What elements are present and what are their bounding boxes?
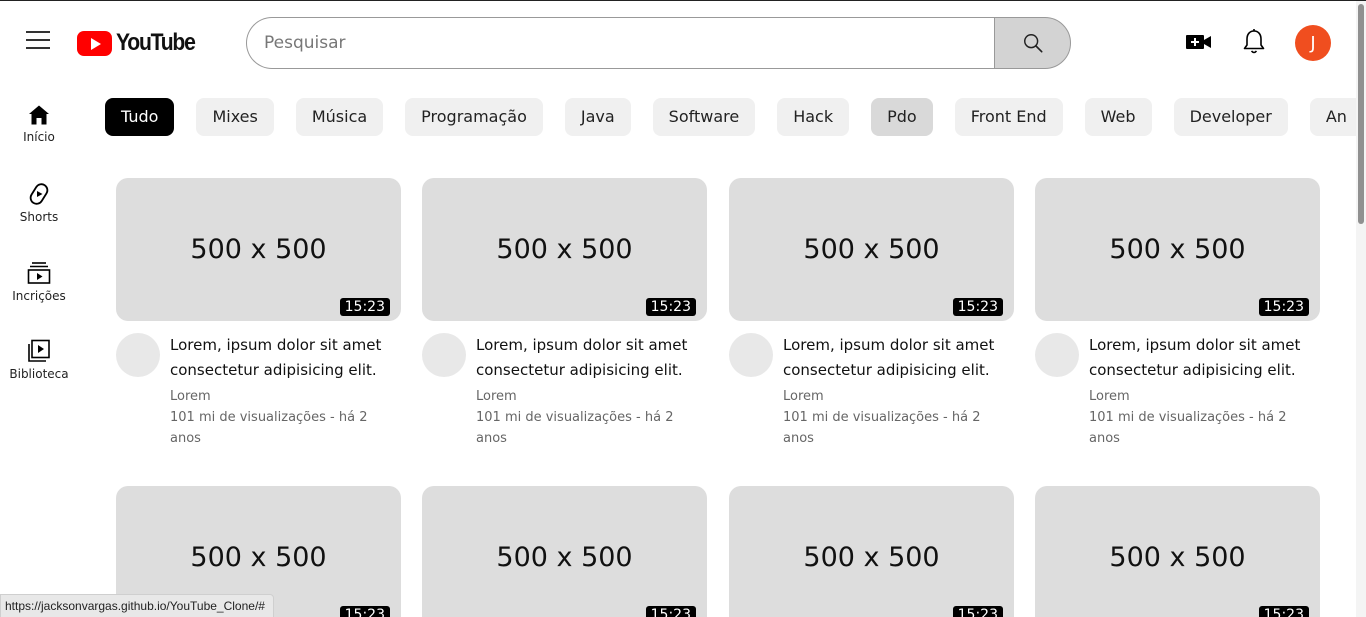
- search-input[interactable]: [246, 17, 994, 69]
- sidebar-item-label: Shorts: [19, 210, 59, 224]
- category-chips-bar: Tudo Mixes Música Programação Java Software Ha…: [105, 98, 1356, 136]
- channel-name[interactable]: Lorem: [476, 386, 701, 407]
- video-card[interactable]: 500 x 500 15:23 Lorem, ipsum dolor sit a…: [1035, 178, 1320, 453]
- sidebar-item-label: Biblioteca: [9, 367, 69, 381]
- home-icon: [29, 105, 49, 125]
- chip-developer[interactable]: Developer: [1173, 98, 1288, 136]
- sidebar-item-label: Início: [23, 130, 55, 144]
- chip-web[interactable]: Web: [1084, 98, 1152, 136]
- thumbnail-placeholder-text: 500 x 500: [496, 542, 633, 573]
- thumbnail-placeholder-text: 500 x 500: [190, 234, 327, 265]
- status-bar-url: https://jacksonvargas.github.io/YouTube_…: [0, 594, 274, 617]
- duration-badge: 15:23: [952, 606, 1003, 617]
- logo-text: YouTube: [116, 29, 196, 56]
- video-thumbnail[interactable]: 500 x 500 15:23: [729, 178, 1014, 321]
- video-meta: Lorem, ipsum dolor sit amet consectetur …: [422, 333, 707, 453]
- thumbnail-placeholder-text: 500 x 500: [1109, 234, 1246, 265]
- shorts-icon: [29, 183, 49, 205]
- channel-name[interactable]: Lorem: [1089, 386, 1314, 407]
- video-thumbnail[interactable]: 500 x 500 15:23: [422, 178, 707, 321]
- create-video-button[interactable]: [1186, 30, 1212, 54]
- scrollbar-thumb[interactable]: [1358, 4, 1364, 224]
- search-icon: [1023, 34, 1043, 53]
- video-stats: 101 mi de visualizações - há 2 anos: [1089, 410, 1287, 446]
- channel-avatar[interactable]: [1035, 333, 1079, 377]
- library-icon: [28, 339, 50, 362]
- bell-icon: [1243, 29, 1265, 54]
- video-meta: Lorem, ipsum dolor sit amet consectetur …: [116, 333, 401, 453]
- video-card[interactable]: 500 x 500 15:23 Lorem, ipsum dolor sit a…: [116, 178, 401, 453]
- channel-name[interactable]: Lorem: [170, 386, 395, 407]
- video-stats: 101 mi de visualizações - há 2 anos: [783, 410, 981, 446]
- youtube-play-icon: [77, 30, 112, 56]
- duration-badge: 15:23: [339, 606, 390, 617]
- chip-pdo[interactable]: Pdo: [871, 98, 933, 136]
- sidebar-item-shorts[interactable]: Shorts: [0, 182, 78, 224]
- duration-badge: 15:23: [1258, 298, 1309, 316]
- duration-badge: 15:23: [1258, 606, 1309, 617]
- video-title[interactable]: Lorem, ipsum dolor sit amet consectetur …: [170, 333, 395, 383]
- chip-musica[interactable]: Música: [295, 98, 384, 136]
- video-add-icon: [1186, 35, 1211, 49]
- video-title[interactable]: Lorem, ipsum dolor sit amet consectetur …: [783, 333, 1008, 383]
- notifications-button[interactable]: [1241, 28, 1267, 56]
- video-meta: Lorem, ipsum dolor sit amet consectetur …: [1035, 333, 1320, 453]
- video-card[interactable]: 500 x 500 15:23: [422, 486, 707, 617]
- channel-avatar[interactable]: [116, 333, 160, 377]
- chip-mixes[interactable]: Mixes: [196, 98, 274, 136]
- video-meta: Lorem, ipsum dolor sit amet consectetur …: [729, 333, 1014, 453]
- channel-avatar[interactable]: [729, 333, 773, 377]
- video-stats: 101 mi de visualizações - há 2 anos: [170, 410, 368, 446]
- video-stats: 101 mi de visualizações - há 2 anos: [476, 410, 674, 446]
- chip-hack[interactable]: Hack: [777, 98, 850, 136]
- video-title[interactable]: Lorem, ipsum dolor sit amet consectetur …: [476, 333, 701, 383]
- channel-avatar[interactable]: [422, 333, 466, 377]
- thumbnail-placeholder-text: 500 x 500: [190, 542, 327, 573]
- duration-badge: 15:23: [339, 298, 390, 316]
- video-card[interactable]: 500 x 500 15:23: [729, 486, 1014, 617]
- thumbnail-placeholder-text: 500 x 500: [1109, 542, 1246, 573]
- video-thumbnail[interactable]: 500 x 500 15:23: [729, 486, 1014, 617]
- thumbnail-placeholder-text: 500 x 500: [803, 542, 940, 573]
- video-title[interactable]: Lorem, ipsum dolor sit amet consectetur …: [1089, 333, 1314, 383]
- duration-badge: 15:23: [952, 298, 1003, 316]
- search-button[interactable]: [994, 17, 1071, 69]
- chip-tudo[interactable]: Tudo: [105, 98, 175, 136]
- chip-java[interactable]: Java: [564, 98, 631, 136]
- user-avatar[interactable]: J: [1295, 25, 1331, 61]
- video-thumbnail[interactable]: 500 x 500 15:23: [116, 178, 401, 321]
- chip-an[interactable]: An: [1309, 98, 1356, 136]
- subscriptions-icon: [27, 262, 51, 284]
- video-card[interactable]: 500 x 500 15:23 Lorem, ipsum dolor sit a…: [422, 178, 707, 453]
- chip-front-end[interactable]: Front End: [954, 98, 1063, 136]
- thumbnail-placeholder-text: 500 x 500: [496, 234, 633, 265]
- chip-programacao[interactable]: Programação: [405, 98, 543, 136]
- sidebar-item-library[interactable]: Biblioteca: [0, 339, 78, 381]
- video-thumbnail[interactable]: 500 x 500 15:23: [422, 486, 707, 617]
- top-bar: YouTube J: [0, 1, 1356, 83]
- sidebar-item-subscriptions[interactable]: Incrições: [0, 261, 78, 303]
- sidebar-item-label: Incrições: [12, 289, 66, 303]
- youtube-logo[interactable]: YouTube: [77, 29, 205, 56]
- thumbnail-placeholder-text: 500 x 500: [803, 234, 940, 265]
- page-scrollbar[interactable]: [1356, 1, 1366, 617]
- video-card[interactable]: 500 x 500 15:23 Lorem, ipsum dolor sit a…: [729, 178, 1014, 453]
- duration-badge: 15:23: [645, 298, 696, 316]
- search-bar: [246, 17, 1071, 69]
- video-thumbnail[interactable]: 500 x 500 15:23: [1035, 178, 1320, 321]
- video-thumbnail[interactable]: 500 x 500 15:23: [1035, 486, 1320, 617]
- sidebar-item-home[interactable]: Início: [0, 104, 78, 144]
- chip-software[interactable]: Software: [652, 98, 756, 136]
- hamburger-menu-icon[interactable]: [26, 31, 50, 51]
- video-card[interactable]: 500 x 500 15:23: [1035, 486, 1320, 617]
- duration-badge: 15:23: [645, 606, 696, 617]
- channel-name[interactable]: Lorem: [783, 386, 1008, 407]
